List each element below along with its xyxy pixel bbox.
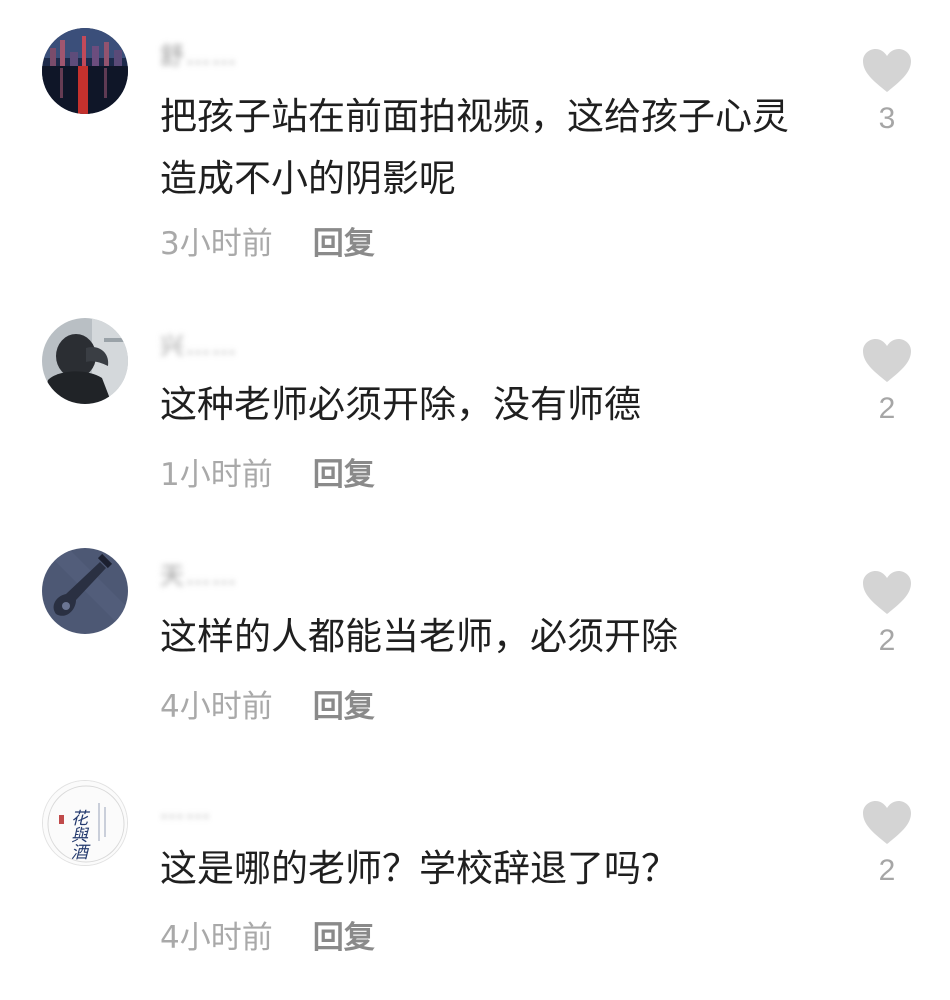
comment-text: 这是哪的老师？学校辞退了吗？ [160,847,678,890]
comment-meta: 4小时前 回复 [160,918,375,958]
avatar-calligraphy-text: 花與酒 [67,809,88,860]
like-button[interactable]: 2 [856,800,918,888]
username[interactable]: …… [160,796,212,824]
avatar[interactable]: 花與酒 [42,780,128,866]
timestamp: 4小时前 [160,920,273,956]
calligraphy-seal-icon: 花與酒 [43,781,127,865]
like-count: 2 [878,854,896,887]
heart-icon [863,801,911,844]
comment-item: 花與酒 …… 这是哪的老师？学校辞退了吗？ 4小时前 回复 2 [0,0,950,990]
reply-button[interactable]: 回复 [313,920,375,956]
